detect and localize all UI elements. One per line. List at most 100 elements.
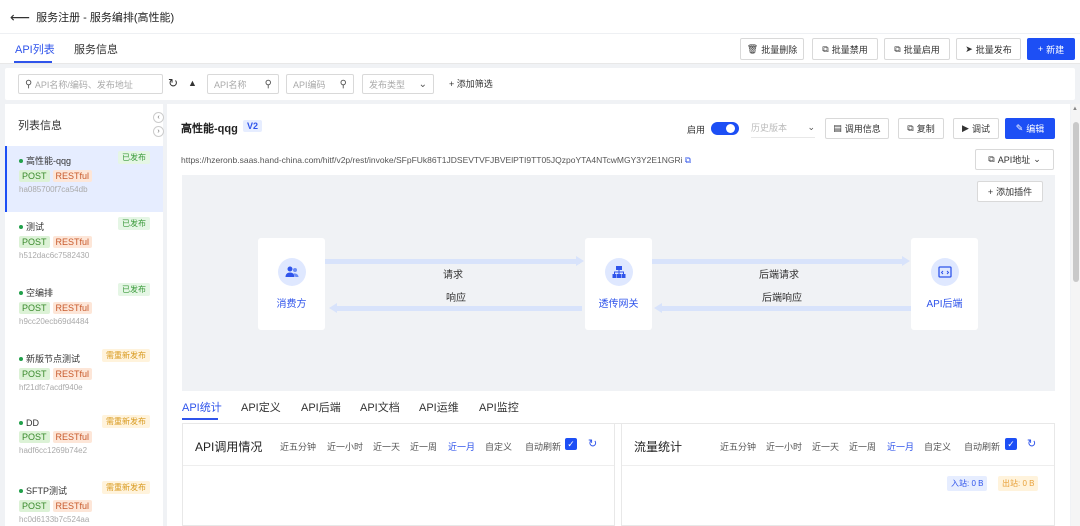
type-tag: RESTful (52, 431, 93, 443)
batch-enable-button[interactable]: ⧉ 批量启用 (884, 38, 950, 60)
auto-refresh-label: 自动刷新 (964, 442, 1001, 452)
plus-icon: + (987, 186, 994, 197)
response-label: 响应 (446, 293, 466, 304)
api-code-filter[interactable]: API编码 ⚲ (286, 74, 354, 94)
plus-icon: + (449, 79, 455, 89)
copy-button[interactable]: ⧉ 复制 (898, 118, 944, 139)
subtab-api-backend[interactable]: API后端 (301, 399, 341, 415)
scroll-up-icon[interactable]: ▲ (1072, 106, 1078, 112)
response-arrow (337, 306, 582, 311)
copy-icon: ⧉ (988, 154, 995, 164)
api-list: 高性能-qqg 已发布 POST RESTful ha085700f7ca54db 测试已… (5, 146, 163, 526)
copy-enable-icon: ⧉ (894, 43, 901, 54)
batch-delete-button[interactable]: 🗑 批量删除 (740, 38, 804, 60)
refresh-icon[interactable]: ↻ (1027, 437, 1036, 450)
auto-refresh-label: 自动刷新 (525, 442, 562, 452)
range-5min[interactable]: 近五分钟 (720, 440, 756, 453)
subtab-api-monitor[interactable]: API监控 (479, 399, 519, 415)
debug-button[interactable]: ▶ 调试 (953, 118, 999, 139)
scrollbar-thumb[interactable] (1073, 122, 1079, 282)
type-tag: RESTful (52, 236, 93, 248)
code-window-icon (930, 258, 959, 286)
subtab-indicator (182, 418, 218, 420)
gateway-node[interactable]: 透传网关 (585, 238, 652, 330)
api-list-panel: 列表信息 ‹ › 高性能-qqg 已发布 POST RESTful ha085700f7… (5, 104, 164, 526)
tag-group: POST RESTful (19, 500, 163, 512)
subtab-api-docs[interactable]: API文档 (360, 399, 400, 415)
refresh-icon[interactable]: ↻ (168, 76, 178, 90)
tab-service-info[interactable]: 服务信息 (74, 41, 118, 57)
range-custom[interactable]: 自定义 (924, 440, 951, 453)
subtab-api-ops[interactable]: API运维 (419, 399, 459, 415)
add-plugin-button[interactable]: + 添加插件 (977, 181, 1043, 202)
send-icon: ➤ (965, 43, 973, 54)
type-tag: RESTful (52, 170, 93, 182)
range-1month[interactable]: 近一月 (887, 440, 914, 453)
batch-publish-button[interactable]: ➤ 批量发布 (956, 38, 1021, 60)
version-badge: V2 (243, 120, 263, 132)
plus-icon: + (1037, 44, 1044, 54)
enable-toggle[interactable] (711, 122, 739, 135)
expand-right-icon[interactable]: › (153, 126, 164, 137)
back-arrow-icon[interactable]: ⟵ (10, 10, 30, 24)
range-1day[interactable]: 近一天 (373, 440, 400, 453)
method-tag: POST (19, 368, 50, 380)
backend-node[interactable]: API后端 (911, 238, 978, 330)
copy-url-icon[interactable]: ⧉ (685, 155, 691, 165)
tag-group: POST RESTful (19, 236, 163, 248)
list-item[interactable]: 测试 已发布 POST RESTful h512dac6c7582430 (5, 212, 163, 278)
refresh-icon[interactable]: ↻ (588, 437, 597, 450)
backend-response-label: 后端响应 (762, 293, 802, 304)
enable-label: 启用 (687, 125, 706, 135)
edit-button[interactable]: ✎ 编辑 (1005, 118, 1055, 139)
sort-up-icon[interactable]: ▲ (188, 78, 197, 88)
api-item-id: hadf6cc1269b74e2 (19, 446, 88, 455)
range-5min[interactable]: 近五分钟 (280, 440, 316, 453)
range-1day[interactable]: 近一天 (812, 440, 839, 453)
pencil-icon: ✎ (1015, 123, 1024, 133)
batch-disable-button[interactable]: ⧉ 批量禁用 (812, 38, 878, 60)
call-info-button[interactable]: ▤ 调用信息 (825, 118, 889, 139)
history-version-select[interactable]: 历史版本 ⌄ (751, 118, 815, 138)
tab-api-list[interactable]: API列表 (15, 41, 55, 57)
list-item[interactable]: DD 需重新发布 POST RESTful hadf6cc1269b74e2 (5, 410, 163, 476)
auto-refresh-checkbox[interactable]: ✓ (1005, 438, 1017, 450)
backend-response-arrow (662, 306, 912, 311)
backend-request-label: 后端请求 (759, 270, 799, 281)
tag-group: POST RESTful (19, 170, 163, 182)
list-item[interactable]: 新版节点测试 需重新发布 POST RESTful hf21dfc7acdf940e (5, 344, 163, 410)
traffic-card: 流量统计 近五分钟 近一小时 近一天 近一周 近一月 自定义 自动刷新 ✓ ↻ … (621, 424, 1055, 526)
subtab-api-stats[interactable]: API统计 (182, 399, 222, 415)
create-button[interactable]: + 新建 (1027, 38, 1075, 60)
type-tag: RESTful (52, 302, 93, 314)
range-1week[interactable]: 近一周 (410, 440, 437, 453)
collapse-left-icon[interactable]: ‹ (153, 112, 164, 123)
status-badge: 已发布 (118, 217, 150, 230)
range-1month[interactable]: 近一月 (448, 440, 475, 453)
list-item[interactable]: 空编排 已发布 POST RESTful h9cc20ecb69d4484 (5, 278, 163, 344)
api-url: https://hzeronb.saas.hand-china.com/hitf… (181, 155, 691, 165)
method-tag: POST (19, 431, 50, 443)
range-custom[interactable]: 自定义 (485, 440, 512, 453)
publish-type-select[interactable]: 发布类型 ⌄ (362, 74, 434, 94)
page-title: 服务注册 - 服务编排(高性能) (36, 11, 175, 24)
search-input[interactable]: ⚲ API名称/编码、发布地址 (18, 74, 163, 94)
backend-request-arrowhead (902, 256, 910, 266)
list-item[interactable]: 高性能-qqg 已发布 POST RESTful ha085700f7ca54db (5, 146, 163, 212)
range-1week[interactable]: 近一周 (849, 440, 876, 453)
api-item-id: ha085700f7ca54db (19, 185, 88, 194)
api-name-filter[interactable]: API名称 ⚲ (207, 74, 279, 94)
tag-group: POST RESTful (19, 302, 163, 314)
copy-icon: ⧉ (907, 123, 914, 133)
api-calls-card: API调用情况 近五分钟 近一小时 近一天 近一周 近一月 自定义 自动刷新 ✓… (182, 424, 615, 526)
auto-refresh-checkbox[interactable]: ✓ (565, 438, 577, 450)
list-item[interactable]: SFTP测试 需重新发布 POST RESTful hc0d6133b7c524aa (5, 476, 163, 526)
consumer-node[interactable]: 消费方 (258, 238, 325, 330)
api-address-button[interactable]: ⧉ API地址 ⌄ (975, 149, 1054, 170)
add-filter-button[interactable]: + 添加筛选 (449, 77, 493, 90)
subtab-api-definition[interactable]: API定义 (241, 399, 281, 415)
range-1hour[interactable]: 近一小时 (327, 440, 363, 453)
api-calls-title: API调用情况 (195, 440, 263, 454)
active-tab-indicator (14, 61, 52, 63)
range-1hour[interactable]: 近一小时 (766, 440, 802, 453)
